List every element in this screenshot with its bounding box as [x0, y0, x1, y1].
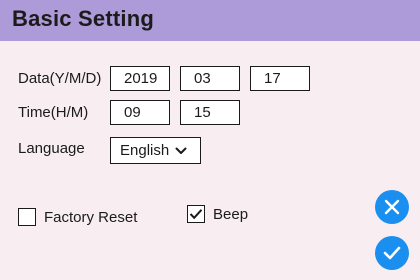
language-value: English — [120, 142, 170, 159]
hour-field[interactable]: 09 — [110, 100, 170, 125]
check-icon — [383, 246, 401, 260]
page-title: Basic Setting — [12, 6, 154, 31]
cancel-button[interactable] — [375, 190, 409, 224]
factory-reset-checkbox[interactable] — [18, 208, 36, 226]
day-field[interactable]: 17 — [250, 66, 310, 91]
minute-value: 15 — [194, 104, 211, 121]
language-select[interactable]: English — [110, 137, 201, 164]
minute-field[interactable]: 15 — [180, 100, 240, 125]
beep-label: Beep — [213, 206, 249, 223]
date-label: Data(Y/M/D) — [18, 70, 102, 87]
language-label: Language — [18, 140, 85, 157]
day-value: 17 — [264, 70, 281, 87]
year-value: 2019 — [124, 70, 158, 87]
time-label: Time(H/M) — [18, 104, 89, 121]
year-field[interactable]: 2019 — [110, 66, 170, 91]
close-icon — [384, 199, 400, 215]
check-mark-icon — [189, 209, 203, 220]
factory-reset-label: Factory Reset — [44, 209, 138, 226]
beep-checkbox[interactable] — [187, 205, 205, 223]
title-bar: Basic Setting — [0, 0, 420, 41]
hour-value: 09 — [124, 104, 141, 121]
month-field[interactable]: 03 — [180, 66, 240, 91]
chevron-down-icon — [175, 147, 187, 155]
confirm-button[interactable] — [375, 236, 409, 270]
month-value: 03 — [194, 70, 211, 87]
